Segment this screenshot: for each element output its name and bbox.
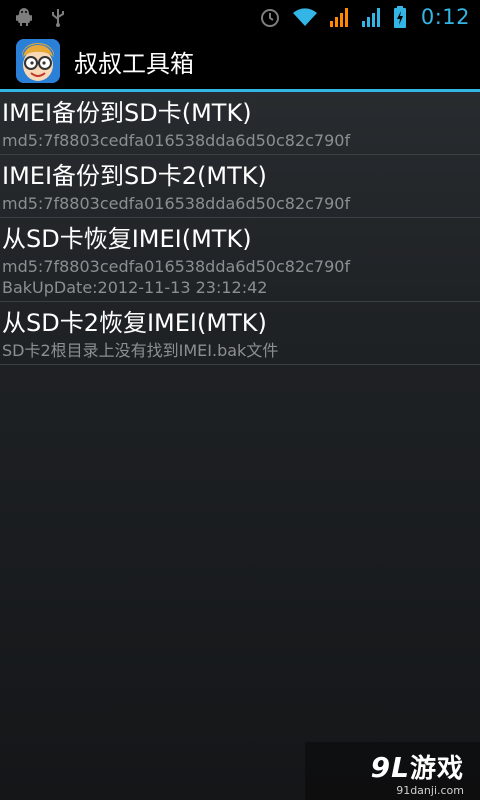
list-item-backup-imei-sd2[interactable]: IMEI备份到SD卡2(MTK) md5:7f8803cedfa016538dd… (0, 155, 480, 218)
list-item-restore-imei-sd2[interactable]: 从SD卡2恢复IMEI(MTK) SD卡2根目录上没有找到IMEI.bak文件 (0, 302, 480, 365)
list-item-restore-imei-sd[interactable]: 从SD卡恢复IMEI(MTK) md5:7f8803cedfa016538dda… (0, 218, 480, 302)
usb-icon (52, 8, 64, 27)
list-item-title: IMEI备份到SD卡2(MTK) (2, 162, 267, 190)
list-item-md5: md5:7f8803cedfa016538dda6d50c82c790f (2, 131, 351, 150)
watermark-logo-num: 9L (370, 751, 410, 784)
alarm-icon (260, 8, 279, 27)
list-item-md5: md5:7f8803cedfa016538dda6d50c82c790f (2, 257, 351, 276)
list-item-title: 从SD卡2恢复IMEI(MTK) (2, 309, 267, 337)
action-bar: 叔叔工具箱 (0, 33, 480, 89)
android-debug-icon (16, 7, 32, 26)
list-item-md5: md5:7f8803cedfa016538dda6d50c82c790f (2, 194, 351, 213)
tool-list: IMEI备份到SD卡(MTK) md5:7f8803cedfa016538dda… (0, 92, 480, 365)
watermark-logo-text: 游戏 (409, 754, 464, 784)
list-item-backup-date: BakUpDate:2012-11-13 23:12:42 (2, 278, 268, 297)
list-item-title: IMEI备份到SD卡(MTK) (2, 99, 252, 127)
wifi-icon (292, 7, 317, 26)
list-item-status: SD卡2根目录上没有找到IMEI.bak文件 (2, 341, 279, 360)
app-face-icon[interactable] (16, 39, 60, 83)
signal-icon (329, 7, 348, 27)
status-clock: 0:12 (420, 4, 470, 29)
screen: 0:12 叔叔工具箱 IMEI备份到SD卡(MTK) md5:7f8803ced… (0, 0, 480, 800)
list-item-backup-imei-sd[interactable]: IMEI备份到SD卡(MTK) md5:7f8803cedfa016538dda… (0, 92, 480, 155)
watermark: 9L游戏 91danji.com (305, 742, 480, 800)
watermark-url: 91danji.com (396, 784, 464, 797)
app-title: 叔叔工具箱 (74, 49, 194, 78)
battery-charging-icon (393, 5, 406, 28)
list-item-title: 从SD卡恢复IMEI(MTK) (2, 225, 252, 253)
watermark-logo: 9L游戏 (371, 748, 464, 785)
status-bar: 0:12 (0, 0, 480, 33)
signal-icon (361, 7, 380, 27)
